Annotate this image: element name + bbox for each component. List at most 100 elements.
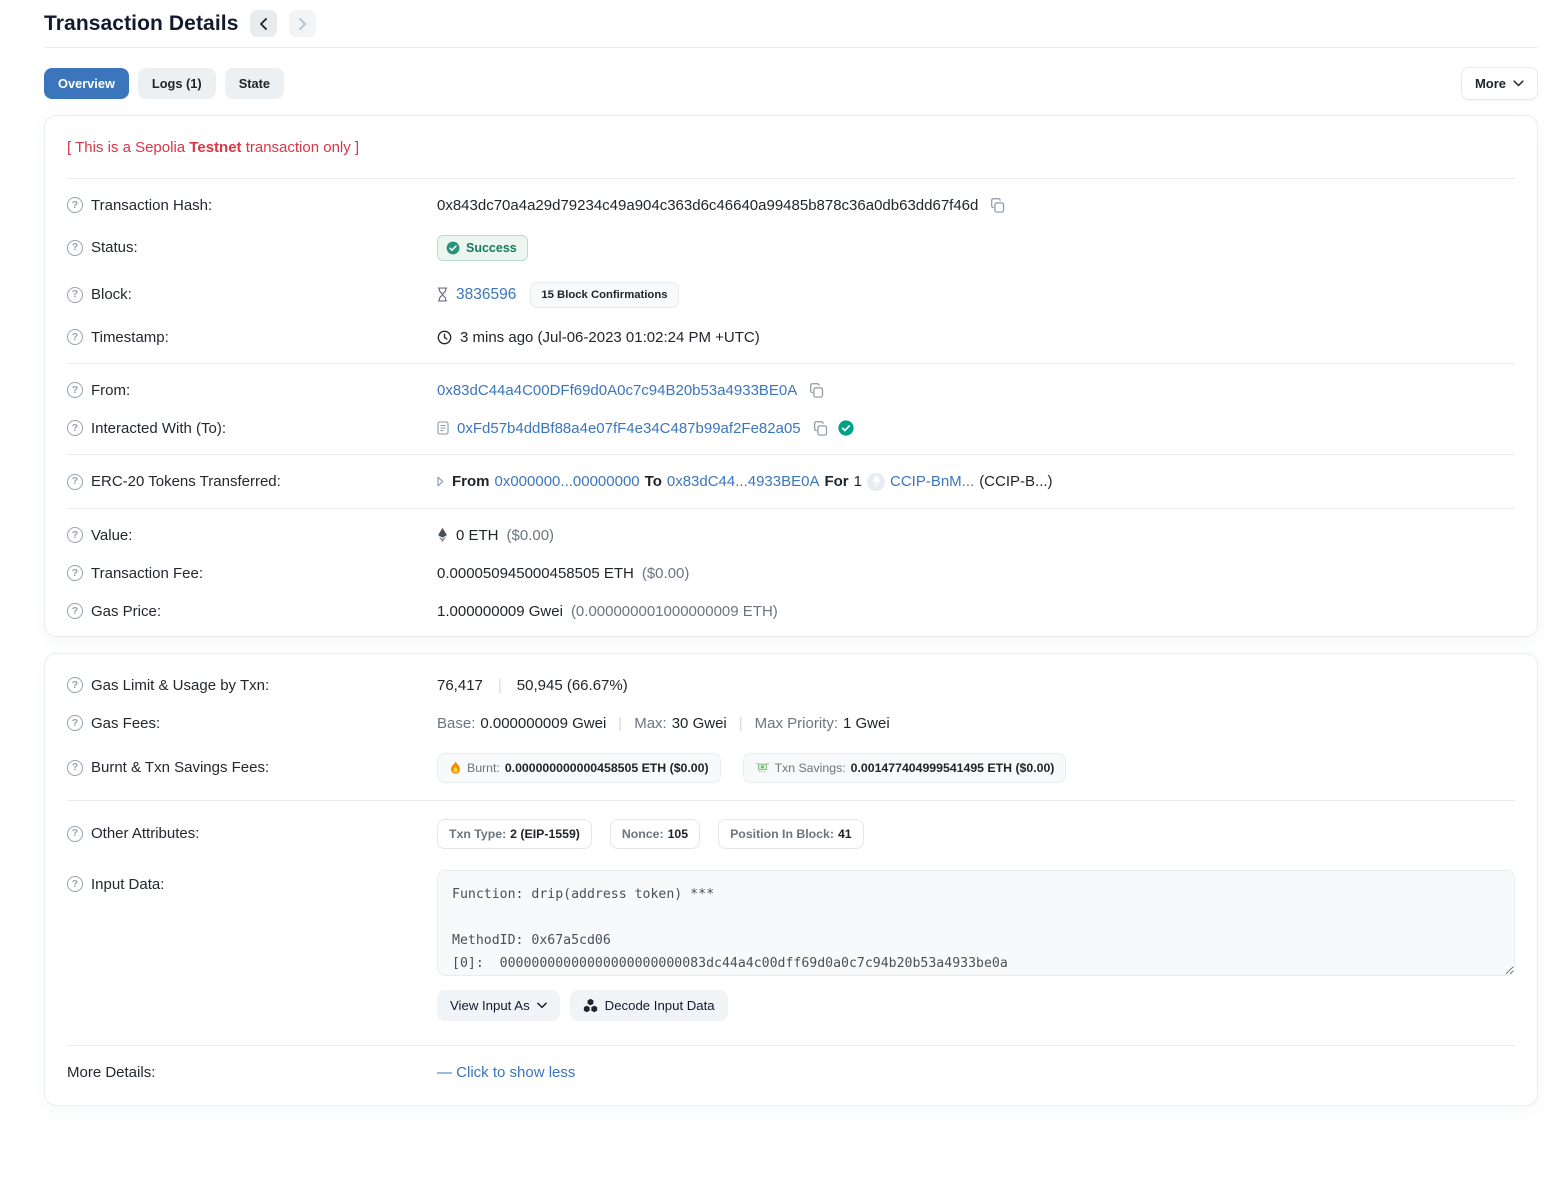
interacted-with-row: Interacted With (To): 0xFd57b4ddBf88a4e0… (67, 409, 1515, 447)
help-icon[interactable] (67, 474, 83, 490)
transaction-hash-row: Transaction Hash: 0x843dc70a4a29d79234c4… (67, 186, 1515, 224)
copy-icon (990, 198, 1005, 213)
flame-icon (449, 761, 462, 775)
view-input-as-button[interactable]: View Input As (437, 990, 560, 1021)
more-button[interactable]: More (1461, 67, 1538, 100)
max-priority-fee-label: Max Priority: (755, 715, 838, 732)
divider (67, 178, 1515, 179)
separator (732, 715, 750, 732)
caret-right-icon (437, 476, 444, 487)
help-icon[interactable] (67, 715, 83, 731)
input-data-label: Input Data: (91, 876, 164, 893)
header-divider (44, 47, 1538, 48)
transaction-fee-amount: 0.000050945000458505 ETH (437, 565, 634, 582)
status-row: Status: Success (67, 224, 1515, 271)
erc20-to-address-link[interactable]: 0x83dC44...4933BE0A (667, 473, 820, 490)
decode-input-data-button[interactable]: Decode Input Data (570, 990, 728, 1021)
erc20-from-address-link[interactable]: 0x000000...00000000 (495, 473, 640, 490)
help-icon[interactable] (67, 603, 83, 619)
money-wings-icon (755, 761, 770, 774)
divider (67, 800, 1515, 801)
gas-limit-label: Gas Limit & Usage by Txn: (91, 677, 269, 694)
burnt-savings-row: Burnt & Txn Savings Fees: Burnt: 0.00000… (67, 742, 1515, 793)
gas-fees-label: Gas Fees: (91, 715, 160, 732)
help-icon[interactable] (67, 420, 83, 436)
divider (67, 454, 1515, 455)
from-address-link[interactable]: 0x83dC44a4C00DFf69d0A0c7c94B20b53a4933BE… (437, 382, 797, 399)
copy-from-address-button[interactable] (809, 383, 824, 398)
separator (611, 715, 629, 732)
erc20-token-link[interactable]: CCIP-BnM... (890, 473, 974, 490)
chevron-right-icon (298, 18, 307, 30)
burnt-savings-label: Burnt & Txn Savings Fees: (91, 759, 269, 776)
timestamp-value: 3 mins ago (Jul-06-2023 01:02:24 PM +UTC… (460, 329, 760, 346)
help-icon[interactable] (67, 287, 83, 303)
gas-price-amount: 1.000000009 Gwei (437, 603, 563, 620)
help-icon[interactable] (67, 677, 83, 693)
divider (67, 363, 1515, 364)
more-button-label: More (1475, 76, 1506, 91)
gas-limit-row: Gas Limit & Usage by Txn: 76,417 50,945 … (67, 666, 1515, 704)
gas-price-eth: (0.000000001000000009 ETH) (571, 603, 778, 620)
view-input-as-label: View Input As (450, 998, 530, 1013)
copy-icon (809, 383, 824, 398)
gas-fees-row: Gas Fees: Base: 0.000000009 Gwei Max: 30… (67, 704, 1515, 742)
nonce-badge: Nonce: 105 (610, 819, 700, 849)
tab-logs[interactable]: Logs (1) (138, 68, 216, 99)
block-confirmations-badge: 15 Block Confirmations (530, 282, 678, 308)
erc20-amount: 1 (854, 473, 862, 490)
help-icon[interactable] (67, 240, 83, 256)
block-label: Block: (91, 286, 132, 303)
timestamp-row: Timestamp: 3 mins ago (Jul-06-2023 01:02… (67, 318, 1515, 356)
next-transaction-button[interactable] (289, 10, 316, 37)
help-icon[interactable] (67, 565, 83, 581)
erc20-token-symbol: (CCIP-B...) (979, 473, 1052, 490)
transaction-fee-usd: ($0.00) (642, 565, 690, 582)
help-icon[interactable] (67, 382, 83, 398)
page-header: Transaction Details (44, 6, 1538, 47)
input-data-actions: View Input As Decode Input Data (437, 990, 1515, 1021)
status-label: Status: (91, 239, 138, 256)
gas-limit-value: 76,417 (437, 677, 483, 694)
page-title: Transaction Details (44, 12, 238, 36)
click-to-show-less-link[interactable]: — Click to show less (437, 1064, 575, 1081)
tab-overview[interactable]: Overview (44, 68, 129, 99)
clock-icon (437, 330, 452, 345)
hourglass-icon (437, 287, 448, 302)
base-fee-label: Base: (437, 715, 475, 732)
other-attributes-row: Other Attributes: Txn Type: 2 (EIP-1559)… (67, 808, 1515, 859)
help-icon[interactable] (67, 876, 83, 892)
erc20-transfers-label: ERC-20 Tokens Transferred: (91, 473, 281, 490)
value-row: Value: 0 ETH ($0.00) (67, 516, 1515, 554)
max-priority-fee-value: 1 Gwei (843, 715, 890, 732)
base-fee-value: 0.000000009 Gwei (480, 715, 606, 732)
transaction-hash-value: 0x843dc70a4a29d79234c49a904c363d6c46640a… (437, 197, 978, 214)
erc20-transfers-row: ERC-20 Tokens Transferred: From 0x000000… (67, 462, 1515, 501)
help-icon[interactable] (67, 760, 83, 776)
help-icon[interactable] (67, 527, 83, 543)
blocks-icon (583, 998, 598, 1013)
overview-card: [ This is a Sepolia Testnet transaction … (44, 115, 1538, 637)
input-data-textarea[interactable]: Function: drip(address token) *** Method… (437, 870, 1515, 976)
value-amount: 0 ETH (456, 527, 499, 544)
check-circle-icon (446, 241, 460, 255)
copy-transaction-hash-button[interactable] (990, 198, 1005, 213)
value-label: Value: (91, 527, 132, 544)
decode-input-data-label: Decode Input Data (605, 998, 715, 1013)
eth-diamond-icon (437, 527, 448, 543)
prev-transaction-button[interactable] (250, 10, 277, 37)
help-icon[interactable] (67, 329, 83, 345)
testnet-notice-prefix: [ This is a Sepolia (67, 139, 189, 156)
txn-savings-badge: Txn Savings: 0.001477404999541495 ETH ($… (743, 753, 1067, 783)
help-icon[interactable] (67, 826, 83, 842)
to-address-link[interactable]: 0xFd57b4ddBf88a4e07fF4e34C487b99af2Fe82a… (457, 420, 801, 437)
testnet-notice-suffix: transaction only ] (242, 139, 360, 156)
transaction-hash-label: Transaction Hash: (91, 197, 212, 214)
position-in-block-value: 41 (838, 827, 852, 841)
max-fee-label: Max: (634, 715, 667, 732)
block-number-link[interactable]: 3836596 (456, 286, 516, 304)
copy-to-address-button[interactable] (813, 421, 828, 436)
testnet-notice: [ This is a Sepolia Testnet transaction … (67, 122, 1515, 171)
tab-state[interactable]: State (225, 68, 284, 99)
help-icon[interactable] (67, 197, 83, 213)
